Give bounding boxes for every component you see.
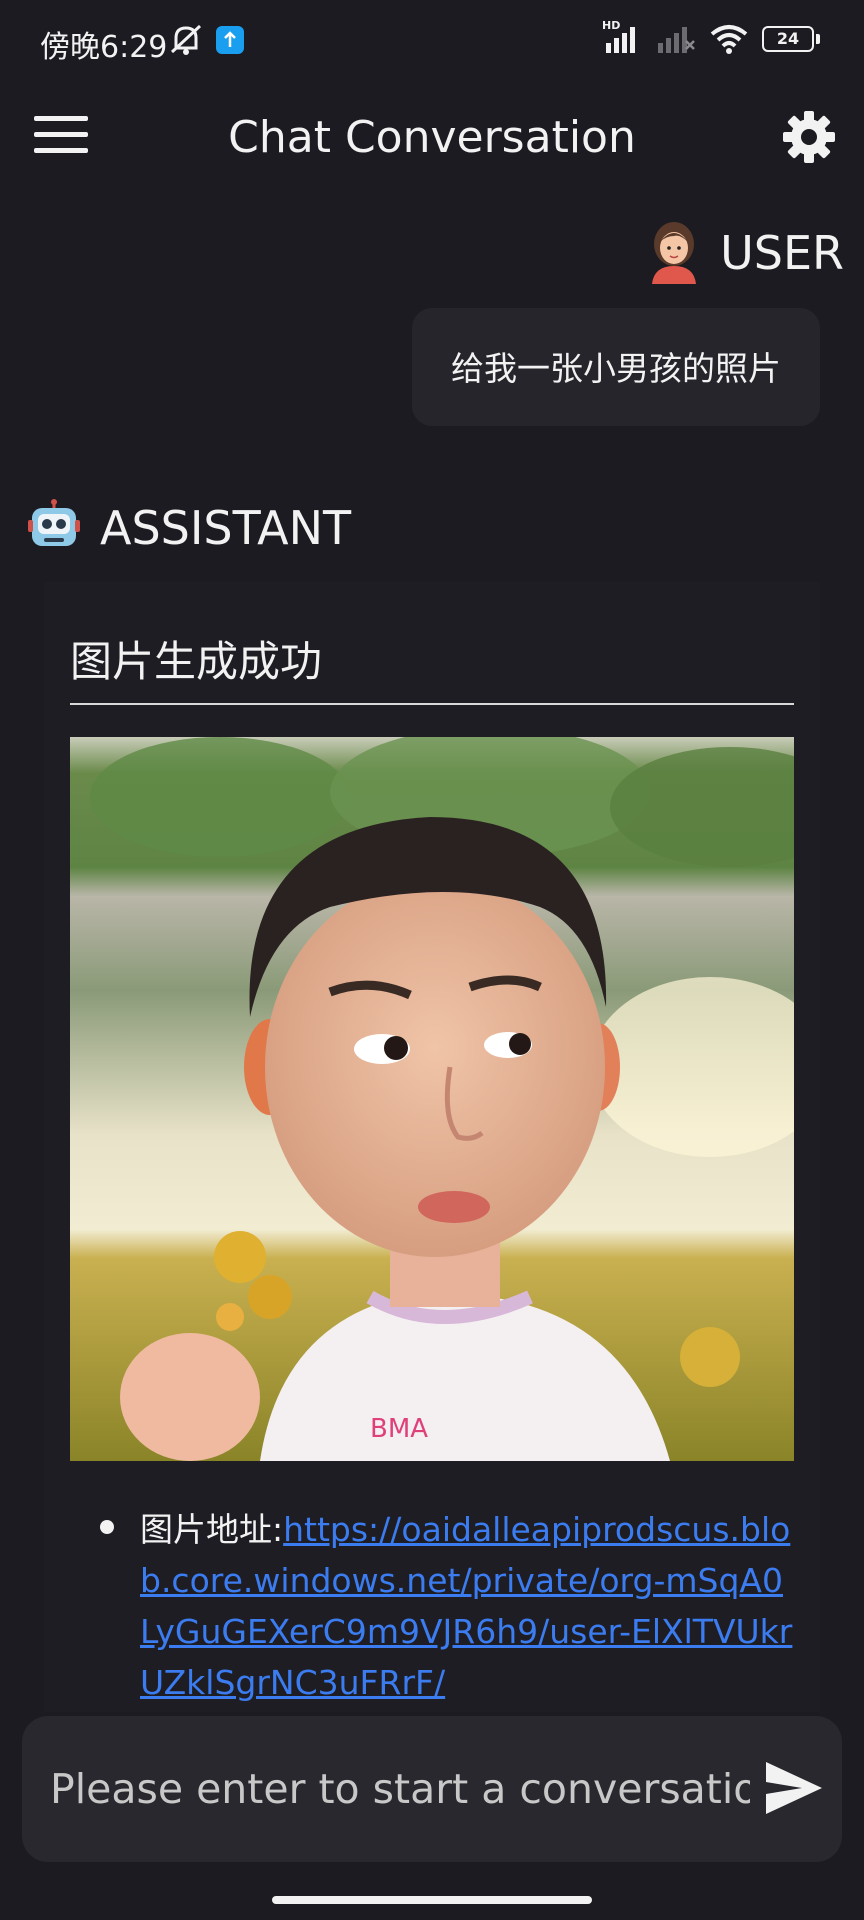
status-indicators: HD 24 — [602, 19, 820, 54]
image-address-label: 图片地址: — [140, 1510, 284, 1549]
assistant-message-header: ASSISTANT — [28, 498, 351, 558]
app-bar: Chat Conversation — [0, 90, 864, 186]
user-role-label: USER — [720, 226, 844, 280]
svg-text:BMA: BMA — [370, 1414, 428, 1444]
page-title: Chat Conversation — [228, 112, 636, 163]
user-message-header: USER — [648, 218, 844, 288]
message-composer — [22, 1716, 842, 1862]
assistant-role-label: ASSISTANT — [100, 501, 352, 555]
image-address-item: 图片地址:https://oaidalleapiprodscus.blob.co… — [140, 1504, 800, 1708]
list-bullet — [100, 1520, 114, 1534]
network-label: HD — [602, 19, 621, 32]
result-heading: 图片生成成功 — [70, 628, 794, 705]
signal-no-service-icon — [658, 27, 695, 53]
robot-avatar-icon — [28, 498, 80, 558]
battery-level: 24 — [776, 29, 800, 48]
app-notification-icon — [216, 26, 244, 54]
send-icon[interactable] — [762, 1758, 826, 1818]
user-avatar-icon — [648, 218, 700, 288]
home-indicator[interactable] — [272, 1896, 592, 1904]
battery-tip — [816, 34, 820, 44]
gear-icon[interactable] — [780, 108, 838, 166]
signal-hd-icon: HD — [602, 19, 642, 53]
wifi-icon — [710, 25, 748, 54]
status-time: 傍晚6:29 — [40, 30, 168, 65]
battery-icon: 24 — [762, 26, 814, 52]
generated-image[interactable]: BMA — [70, 737, 794, 1461]
user-message-bubble: 给我一张小男孩的照片 — [412, 308, 820, 426]
status-bar: 傍晚6:29 HD 24 — [0, 0, 864, 80]
message-input[interactable] — [48, 1756, 752, 1822]
mute-icon — [168, 22, 204, 60]
